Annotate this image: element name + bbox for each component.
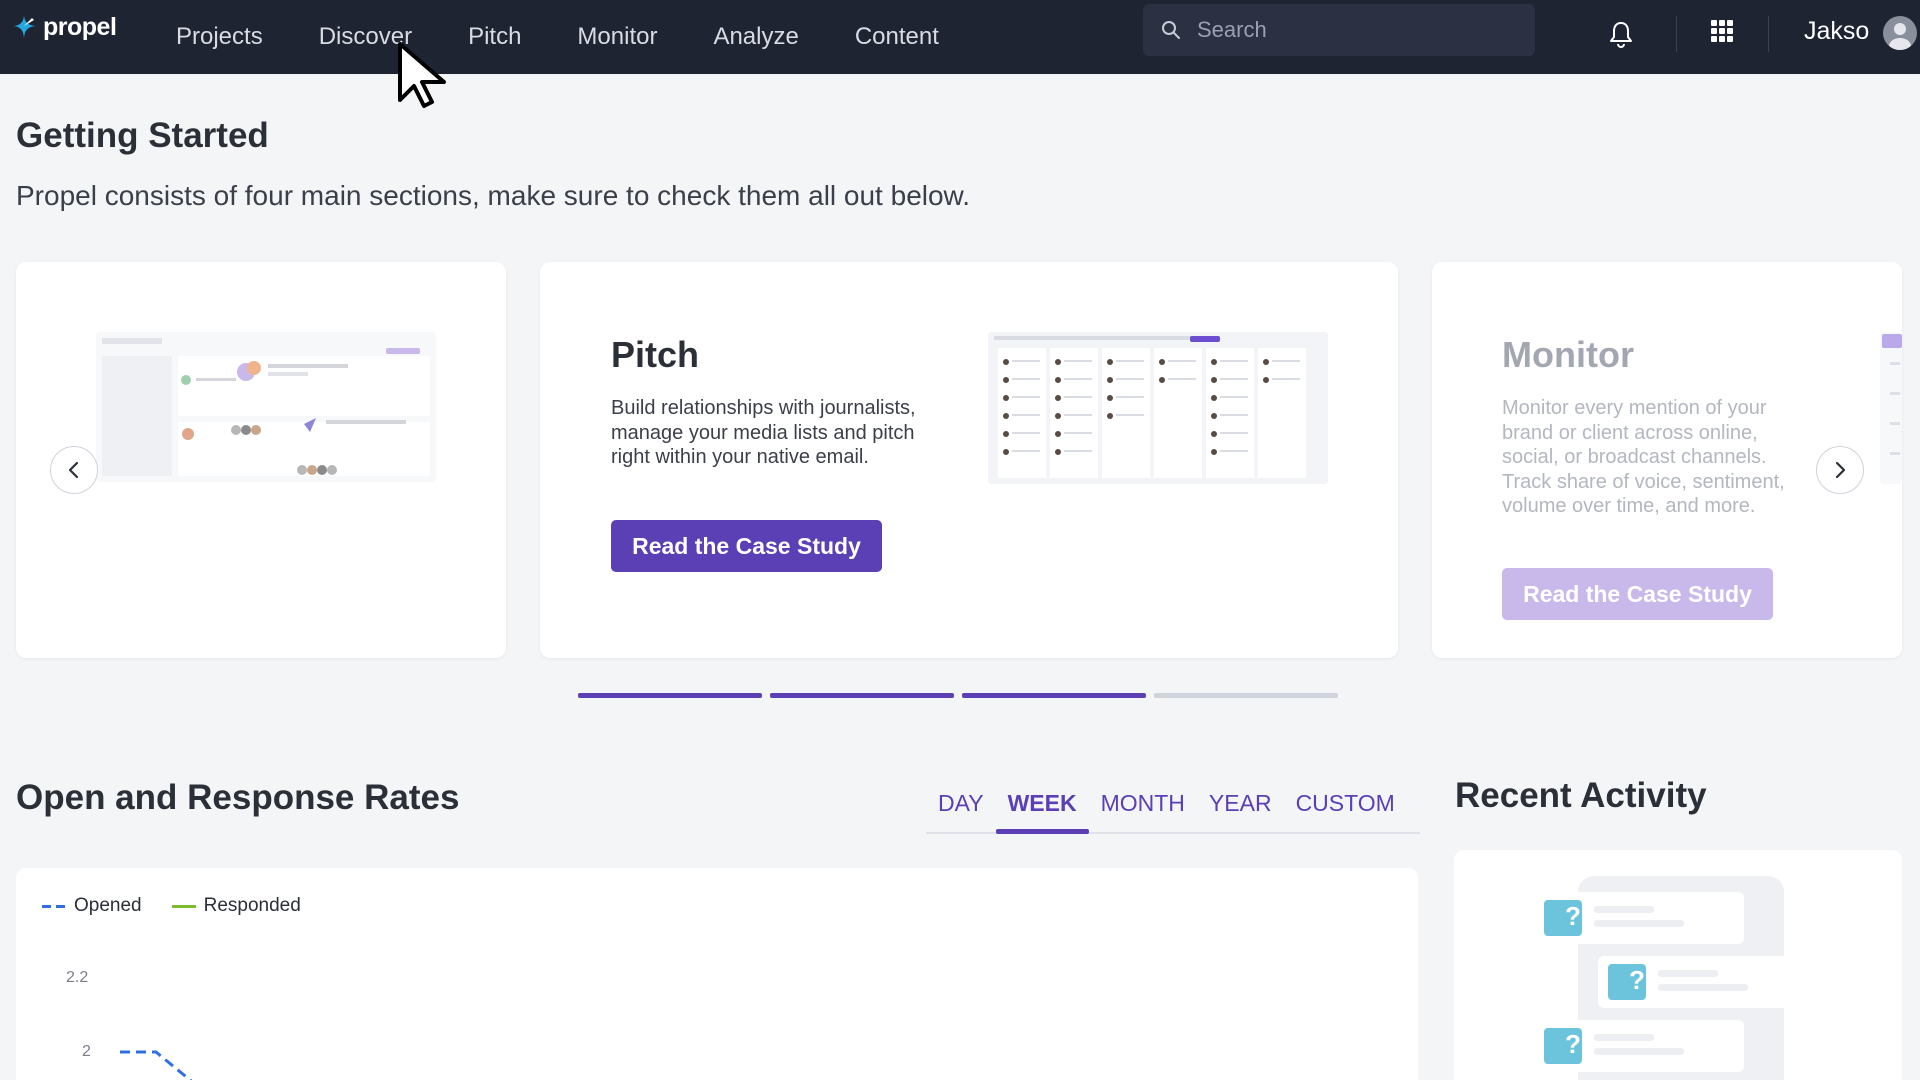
time-range-tabs: DAY WEEK MONTH YEAR CUSTOM bbox=[926, 780, 1420, 834]
apps-grid-icon[interactable] bbox=[1711, 20, 1733, 42]
card-description: Build relationships with journalists, ma… bbox=[611, 397, 916, 468]
series-line-opened bbox=[120, 1050, 193, 1080]
carousel-card-active: Pitch Build relationships with journalis… bbox=[540, 262, 1398, 658]
getting-started-title: Getting Started bbox=[16, 116, 269, 155]
tab-day[interactable]: DAY bbox=[926, 780, 996, 832]
propel-logo-icon bbox=[12, 14, 38, 40]
nav-divider bbox=[1676, 16, 1677, 52]
user-avatar-icon bbox=[1889, 23, 1911, 50]
discover-preview-image bbox=[96, 332, 436, 482]
nav-divider bbox=[1768, 16, 1769, 52]
carousel-indicator[interactable] bbox=[770, 693, 954, 698]
question-mark-icon: ? bbox=[1565, 1029, 1581, 1059]
nav-monitor[interactable]: Monitor bbox=[577, 23, 657, 51]
tab-custom[interactable]: CUSTOM bbox=[1284, 780, 1407, 832]
question-mark-icon: ? bbox=[1565, 901, 1581, 931]
chart-plot-area bbox=[120, 1050, 193, 1080]
chevron-right-icon bbox=[1835, 461, 1846, 479]
recent-activity-title: Recent Activity bbox=[1455, 776, 1707, 815]
question-mark-icon: ? bbox=[1629, 965, 1645, 995]
user-name[interactable]: Jakso bbox=[1804, 17, 1869, 46]
notification-bell-icon[interactable] bbox=[1608, 20, 1634, 48]
main-nav: Projects Discover Pitch Monitor Analyze … bbox=[140, 0, 995, 74]
read-case-study-button[interactable]: Read the Case Study bbox=[1502, 568, 1773, 620]
search-box[interactable] bbox=[1143, 4, 1535, 56]
carousel-indicator[interactable] bbox=[1154, 693, 1338, 698]
rates-section-title: Open and Response Rates bbox=[16, 778, 460, 817]
tab-month[interactable]: MONTH bbox=[1089, 780, 1197, 832]
brand-name: propel bbox=[43, 12, 117, 41]
nav-pitch[interactable]: Pitch bbox=[468, 23, 521, 51]
search-icon bbox=[1162, 21, 1180, 39]
nav-projects[interactable]: Projects bbox=[176, 23, 263, 51]
carousel-prev-button[interactable] bbox=[50, 446, 98, 494]
mouse-cursor-icon bbox=[398, 42, 446, 108]
recent-activity-card: ? ? ? bbox=[1454, 850, 1902, 1080]
brand-logo[interactable]: propel bbox=[10, 10, 117, 44]
monitor-preview-image bbox=[1880, 332, 1902, 484]
tab-week[interactable]: WEEK bbox=[995, 780, 1089, 834]
avatar[interactable] bbox=[1883, 16, 1917, 50]
nav-analyze[interactable]: Analyze bbox=[713, 23, 798, 51]
rates-chart: Opened Responded 2.2 2 bbox=[16, 868, 1418, 1080]
card-description: Monitor every mention of your brand or c… bbox=[1502, 397, 1785, 517]
top-navigation-bar: propel Projects Discover Pitch Monitor A… bbox=[0, 0, 1920, 74]
carousel-next-button[interactable] bbox=[1816, 446, 1864, 494]
card-title: Monitor bbox=[1502, 334, 1634, 375]
getting-started-subtitle: Propel consists of four main sections, m… bbox=[16, 180, 971, 211]
pitch-preview-image bbox=[988, 332, 1328, 484]
read-case-study-button[interactable]: Read the Case Study bbox=[611, 520, 882, 572]
chevron-left-icon bbox=[68, 461, 79, 479]
search-input[interactable] bbox=[1197, 17, 1527, 43]
carousel-indicators bbox=[578, 693, 1346, 698]
card-title: Pitch bbox=[611, 334, 700, 375]
nav-content[interactable]: Content bbox=[855, 23, 939, 51]
carousel-indicator[interactable] bbox=[962, 693, 1146, 698]
tab-year[interactable]: YEAR bbox=[1197, 780, 1284, 832]
carousel-indicator[interactable] bbox=[578, 693, 762, 698]
